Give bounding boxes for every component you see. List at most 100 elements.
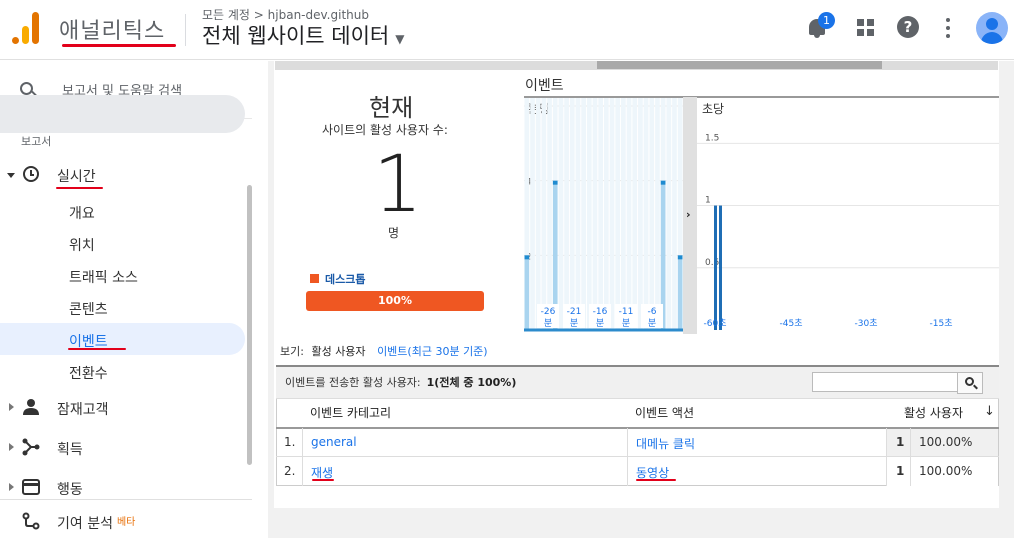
view-selector[interactable]: 전체 웹사이트 데이터 ▼: [202, 20, 404, 50]
col-event-action[interactable]: 이벤트 액션: [635, 404, 694, 421]
annotation-underline: [312, 479, 334, 481]
bar-cap: [524, 255, 530, 260]
row-action-link[interactable]: 대메뉴 클릭: [636, 435, 695, 452]
bar-background: [547, 98, 552, 330]
table-search-input[interactable]: [812, 372, 958, 392]
app-name[interactable]: 애널리틱스: [59, 13, 165, 45]
y-tick-label: 0.5: [705, 258, 719, 268]
top-header: 애널리틱스 모든 계정 > hjban-dev.github 전체 웹사이트 데…: [0, 0, 1014, 60]
bar-background: [638, 98, 643, 330]
header-divider: [185, 14, 186, 46]
caret-down-icon: ▼: [395, 32, 405, 46]
x-tick-label: 분: [596, 318, 604, 329]
view-active-users[interactable]: 활성 사용자: [311, 345, 365, 358]
expand-right-icon[interactable]: [9, 403, 14, 411]
x-tick-label: -45초: [780, 318, 803, 329]
sidebar-item-location[interactable]: 위치: [69, 235, 95, 255]
row-percent: 100.00%: [919, 435, 973, 449]
row-divider: [276, 456, 999, 457]
sidebar-item-acquisition[interactable]: 획득: [57, 439, 83, 459]
help-icon[interactable]: ?: [897, 16, 919, 38]
summary-label: 이벤트를 전송한 활성 사용자:: [285, 376, 421, 389]
acquisition-icon: [22, 438, 40, 456]
account-avatar[interactable]: [976, 12, 1008, 44]
active-users-label: 사이트의 활성 사용자 수:: [322, 123, 448, 137]
expand-right-icon[interactable]: [9, 483, 14, 491]
sidebar-item-audience[interactable]: 잠재고객: [57, 399, 109, 419]
sidebar-item-realtime[interactable]: [0, 95, 245, 133]
sidebar-item-behavior[interactable]: 행동: [57, 479, 83, 499]
bar-background: [569, 98, 575, 330]
col-event-category[interactable]: 이벤트 카테고리: [310, 404, 391, 421]
analytics-logo-icon[interactable]: [12, 12, 40, 44]
annotation-underline: [636, 479, 676, 481]
bar-background: [615, 98, 621, 330]
expand-right-icon[interactable]: [9, 443, 14, 451]
horizontal-scrollbar-thumb[interactable]: [597, 61, 882, 69]
table-search-button[interactable]: [957, 372, 983, 394]
attribution-icon: [22, 512, 40, 530]
view-events-link[interactable]: 이벤트(최근 30분 기준): [377, 345, 488, 358]
x-tick-label: -15초: [930, 318, 953, 329]
bar-background: [541, 98, 547, 330]
sidebar-item-attribution[interactable]: 기여 분석 베타: [57, 513, 135, 533]
x-tick-label: -26: [541, 307, 556, 317]
bar-background: [609, 98, 615, 330]
view-title: 전체 웹사이트 데이터: [202, 24, 390, 48]
desktop-legend-swatch: [310, 274, 319, 283]
bar-cap: [660, 180, 666, 185]
col-separator: [302, 428, 303, 486]
bar-background: [598, 98, 603, 330]
annotation-underline: [56, 187, 103, 189]
bar-background: [643, 98, 649, 330]
bar-background: [666, 98, 672, 330]
sidebar-item-traffic-sources[interactable]: 트래픽 소스: [69, 267, 138, 287]
bar-background: [626, 98, 632, 330]
x-tick-label: 분: [544, 318, 552, 329]
row-index: 1.: [284, 435, 296, 449]
sidebar-item-events-active[interactable]: [0, 323, 245, 355]
row-category-link[interactable]: general: [311, 435, 357, 449]
bar: [719, 205, 722, 330]
bar-background: [535, 98, 541, 330]
row-index: 2.: [284, 464, 296, 478]
row-percent: 100.00%: [919, 464, 973, 478]
col-separator: [627, 428, 628, 486]
bar-background: [558, 98, 564, 330]
bar-background: [586, 98, 592, 330]
bar-background: [632, 98, 638, 330]
bar: [677, 255, 683, 330]
bar-background: [581, 98, 586, 330]
col-separator: [910, 428, 911, 486]
now-title: 현재: [369, 94, 414, 122]
x-tick-label: -30초: [855, 318, 878, 329]
apps-grid-icon[interactable]: [855, 16, 879, 40]
more-vert-icon[interactable]: [943, 16, 967, 40]
bar-background: [604, 98, 609, 330]
col-separator: [886, 428, 887, 486]
col-active-users[interactable]: 활성 사용자: [904, 404, 963, 421]
sidebar-item-content[interactable]: 콘텐츠: [69, 299, 108, 319]
expand-down-icon[interactable]: [7, 173, 15, 178]
x-tick-label: 분: [648, 318, 656, 329]
table-summary: 이벤트를 전송한 활성 사용자: 1(전체 중 100%): [285, 374, 516, 390]
bar-background: [592, 98, 598, 330]
search-icon: [20, 82, 33, 95]
annotation-underline: [68, 348, 126, 350]
sidebar-scrollbar[interactable]: [247, 185, 252, 465]
x-tick-label: -6: [648, 307, 657, 317]
bar-background: [649, 98, 655, 330]
sidebar-item-conversions[interactable]: 전환수: [69, 363, 108, 383]
bar: [524, 255, 530, 330]
sidebar-divider: [0, 499, 252, 500]
sidebar-item-overview[interactable]: 개요: [69, 203, 95, 223]
bar-background: [530, 98, 535, 330]
sort-desc-icon[interactable]: ↓: [984, 404, 995, 419]
x-tick-label: 분: [622, 318, 630, 329]
realtime-label: 실시간: [57, 169, 96, 185]
bar-background: [655, 98, 660, 330]
chevron-right-icon[interactable]: ›: [686, 208, 691, 221]
notification-badge: 1: [818, 12, 835, 29]
x-tick-label: -11: [619, 307, 634, 317]
behavior-icon: [22, 479, 40, 495]
